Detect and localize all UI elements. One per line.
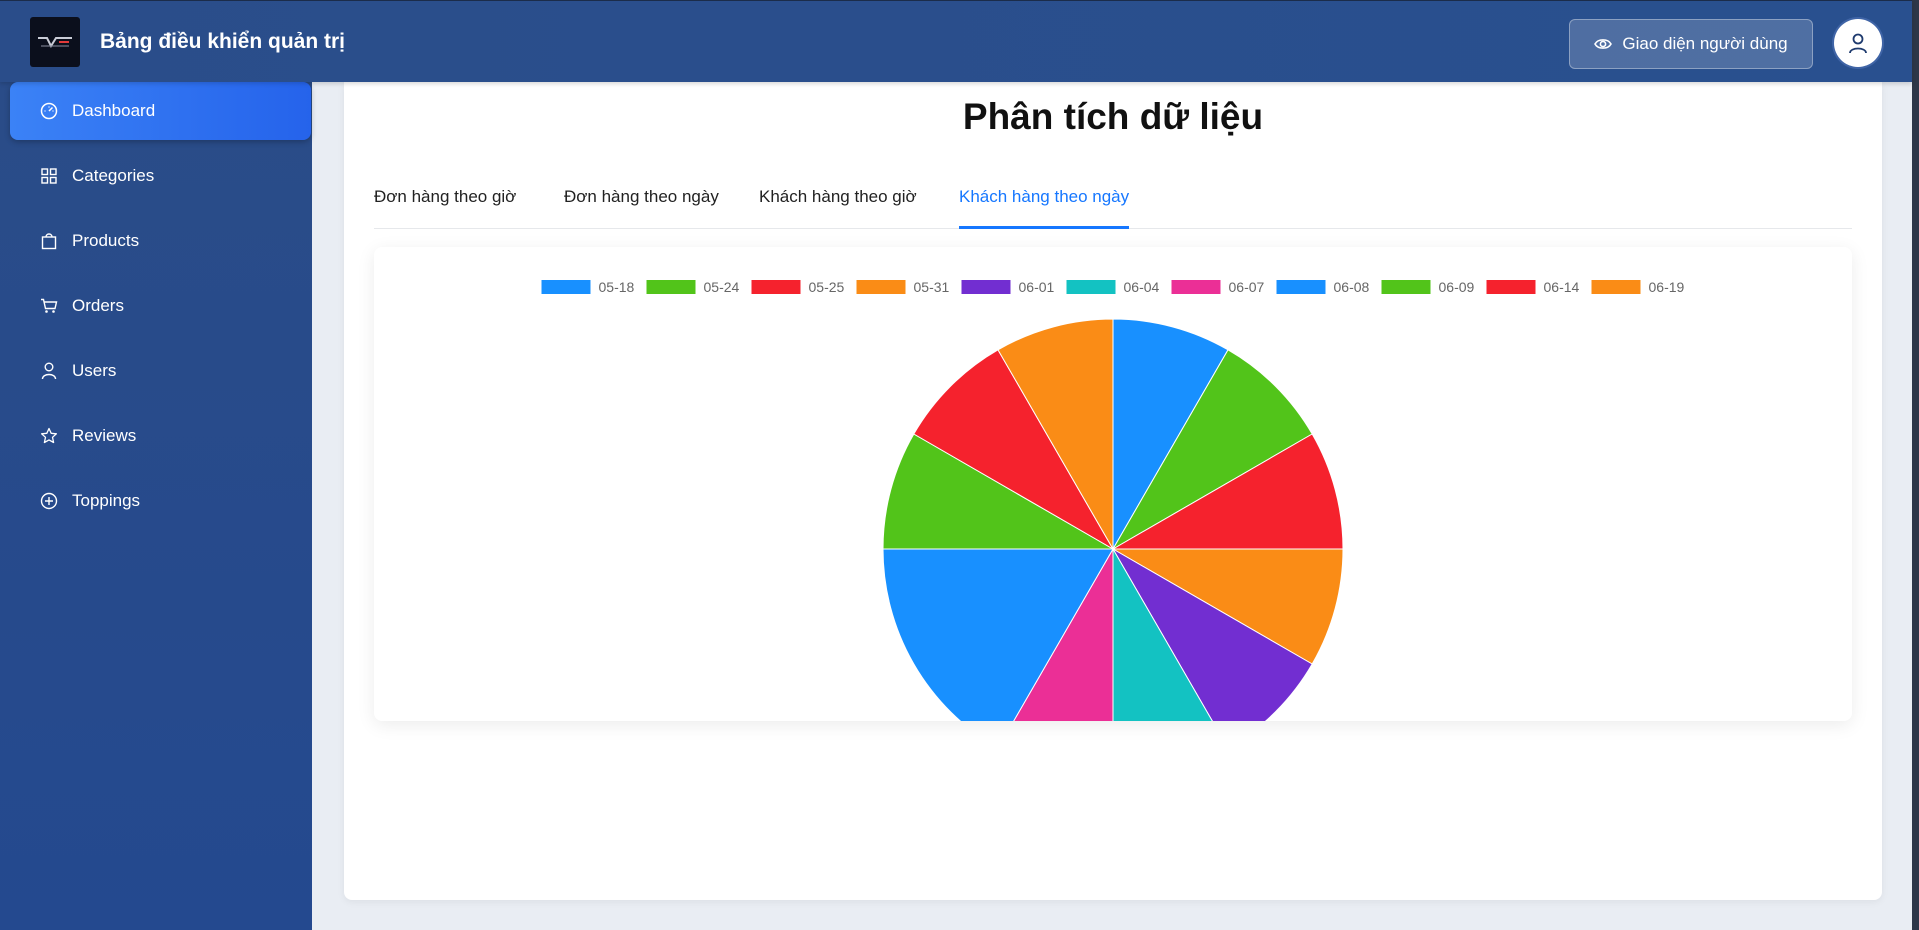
sidebar-item-label: Products: [72, 231, 140, 250]
sidebar-item-label: Orders: [72, 296, 124, 315]
legend-label: 06-09: [1439, 279, 1475, 295]
sidebar-item-label: Categories: [72, 166, 155, 185]
legend-swatch: [961, 280, 1011, 294]
sidebar-item-dashboard[interactable]: Dashboard: [10, 82, 311, 140]
top-bar: Bảng điều khiển quản trị Giao diện người…: [0, 0, 1912, 82]
logo[interactable]: [30, 17, 80, 67]
sidebar-item-label: Reviews: [72, 426, 137, 445]
legend-item[interactable]: 05-18: [541, 279, 635, 295]
sidebar-item-toppings[interactable]: Toppings: [10, 472, 311, 530]
legend-label: 06-08: [1334, 279, 1370, 295]
legend-swatch: [1171, 280, 1221, 294]
window-edge: [1912, 0, 1919, 930]
grid-icon: [40, 167, 58, 185]
page-title: Phân tích dữ liệu: [962, 96, 1264, 137]
legend-label: 05-24: [704, 279, 740, 295]
app-title: Bảng điều khiển quản trị: [100, 30, 346, 53]
legend-swatch: [1486, 280, 1536, 294]
main-content: Phân tích dữ liệu Đơn hàng theo giờ Đơn …: [344, 82, 1882, 900]
chart-card: 05-18 05-24 05-25 05-31 06-01 06-04 06-07 06-08…: [374, 247, 1852, 721]
user-icon: [40, 362, 58, 380]
legend-label: 06-04: [1124, 279, 1160, 295]
dashboard-icon: [40, 102, 58, 120]
legend-label: 05-18: [599, 279, 635, 295]
legend-label: 06-19: [1649, 279, 1685, 295]
legend-swatch: [1381, 280, 1431, 294]
user-view-label: Giao diện người dùng: [1622, 34, 1788, 53]
tab-orders-by-day[interactable]: Đơn hàng theo ngày: [564, 182, 719, 229]
legend-item[interactable]: 06-09: [1381, 279, 1475, 295]
sidebar-item-reviews[interactable]: Reviews: [10, 407, 311, 465]
sidebar-item-products[interactable]: Products: [10, 212, 311, 270]
sidebar: Dashboard Categories Products Orders Use…: [0, 82, 312, 930]
legend-item[interactable]: 05-31: [856, 279, 950, 295]
legend-item[interactable]: 06-04: [1066, 279, 1160, 295]
user-view-button[interactable]: Giao diện người dùng: [1569, 19, 1813, 69]
logo-mark-icon: [38, 37, 72, 49]
legend-label: 06-14: [1544, 279, 1580, 295]
legend-item[interactable]: 06-14: [1486, 279, 1580, 295]
sidebar-item-label: Toppings: [72, 491, 141, 510]
legend-item[interactable]: 06-19: [1591, 279, 1685, 295]
legend-item[interactable]: 06-01: [961, 279, 1055, 295]
tab-orders-by-hour[interactable]: Đơn hàng theo giờ: [374, 182, 516, 229]
sidebar-item-label: Users: [72, 361, 117, 380]
legend-label: 05-31: [914, 279, 950, 295]
sidebar-item-label: Dashboard: [72, 101, 156, 120]
legend-item[interactable]: 06-07: [1171, 279, 1265, 295]
legend-swatch: [646, 280, 696, 294]
legend-item[interactable]: 06-08: [1276, 279, 1370, 295]
tab-customers-by-day[interactable]: Khách hàng theo ngày: [959, 182, 1130, 229]
legend-swatch: [541, 280, 591, 294]
legend-swatch: [1066, 280, 1116, 294]
plus-circle-icon: [40, 492, 58, 510]
star-icon: [40, 427, 58, 445]
legend-swatch: [856, 280, 906, 294]
tab-bar: Đơn hàng theo giờ Đơn hàng theo ngày Khá…: [374, 182, 1852, 229]
avatar[interactable]: [1834, 19, 1882, 67]
pie-chart: 05-18 05-24 05-25 05-31 06-01 06-04 06-07 06-08…: [541, 279, 1685, 721]
sidebar-item-orders[interactable]: Orders: [10, 277, 311, 335]
legend-swatch: [1276, 280, 1326, 294]
sidebar-item-users[interactable]: Users: [10, 342, 311, 400]
eye-icon: [1594, 39, 1613, 49]
cart-icon: [40, 297, 58, 315]
tab-customers-by-hour[interactable]: Khách hàng theo giờ: [759, 182, 917, 229]
legend-label: 06-07: [1229, 279, 1265, 295]
legend-item[interactable]: 05-25: [751, 279, 845, 295]
sidebar-item-categories[interactable]: Categories: [10, 147, 311, 205]
legend-item[interactable]: 05-24: [646, 279, 740, 295]
legend-label: 05-25: [809, 279, 845, 295]
legend-swatch: [751, 280, 801, 294]
user-avatar-icon: [1849, 33, 1867, 54]
legend-label: 06-01: [1019, 279, 1055, 295]
legend-swatch: [1591, 280, 1641, 294]
shopping-bag-icon: [40, 232, 58, 250]
